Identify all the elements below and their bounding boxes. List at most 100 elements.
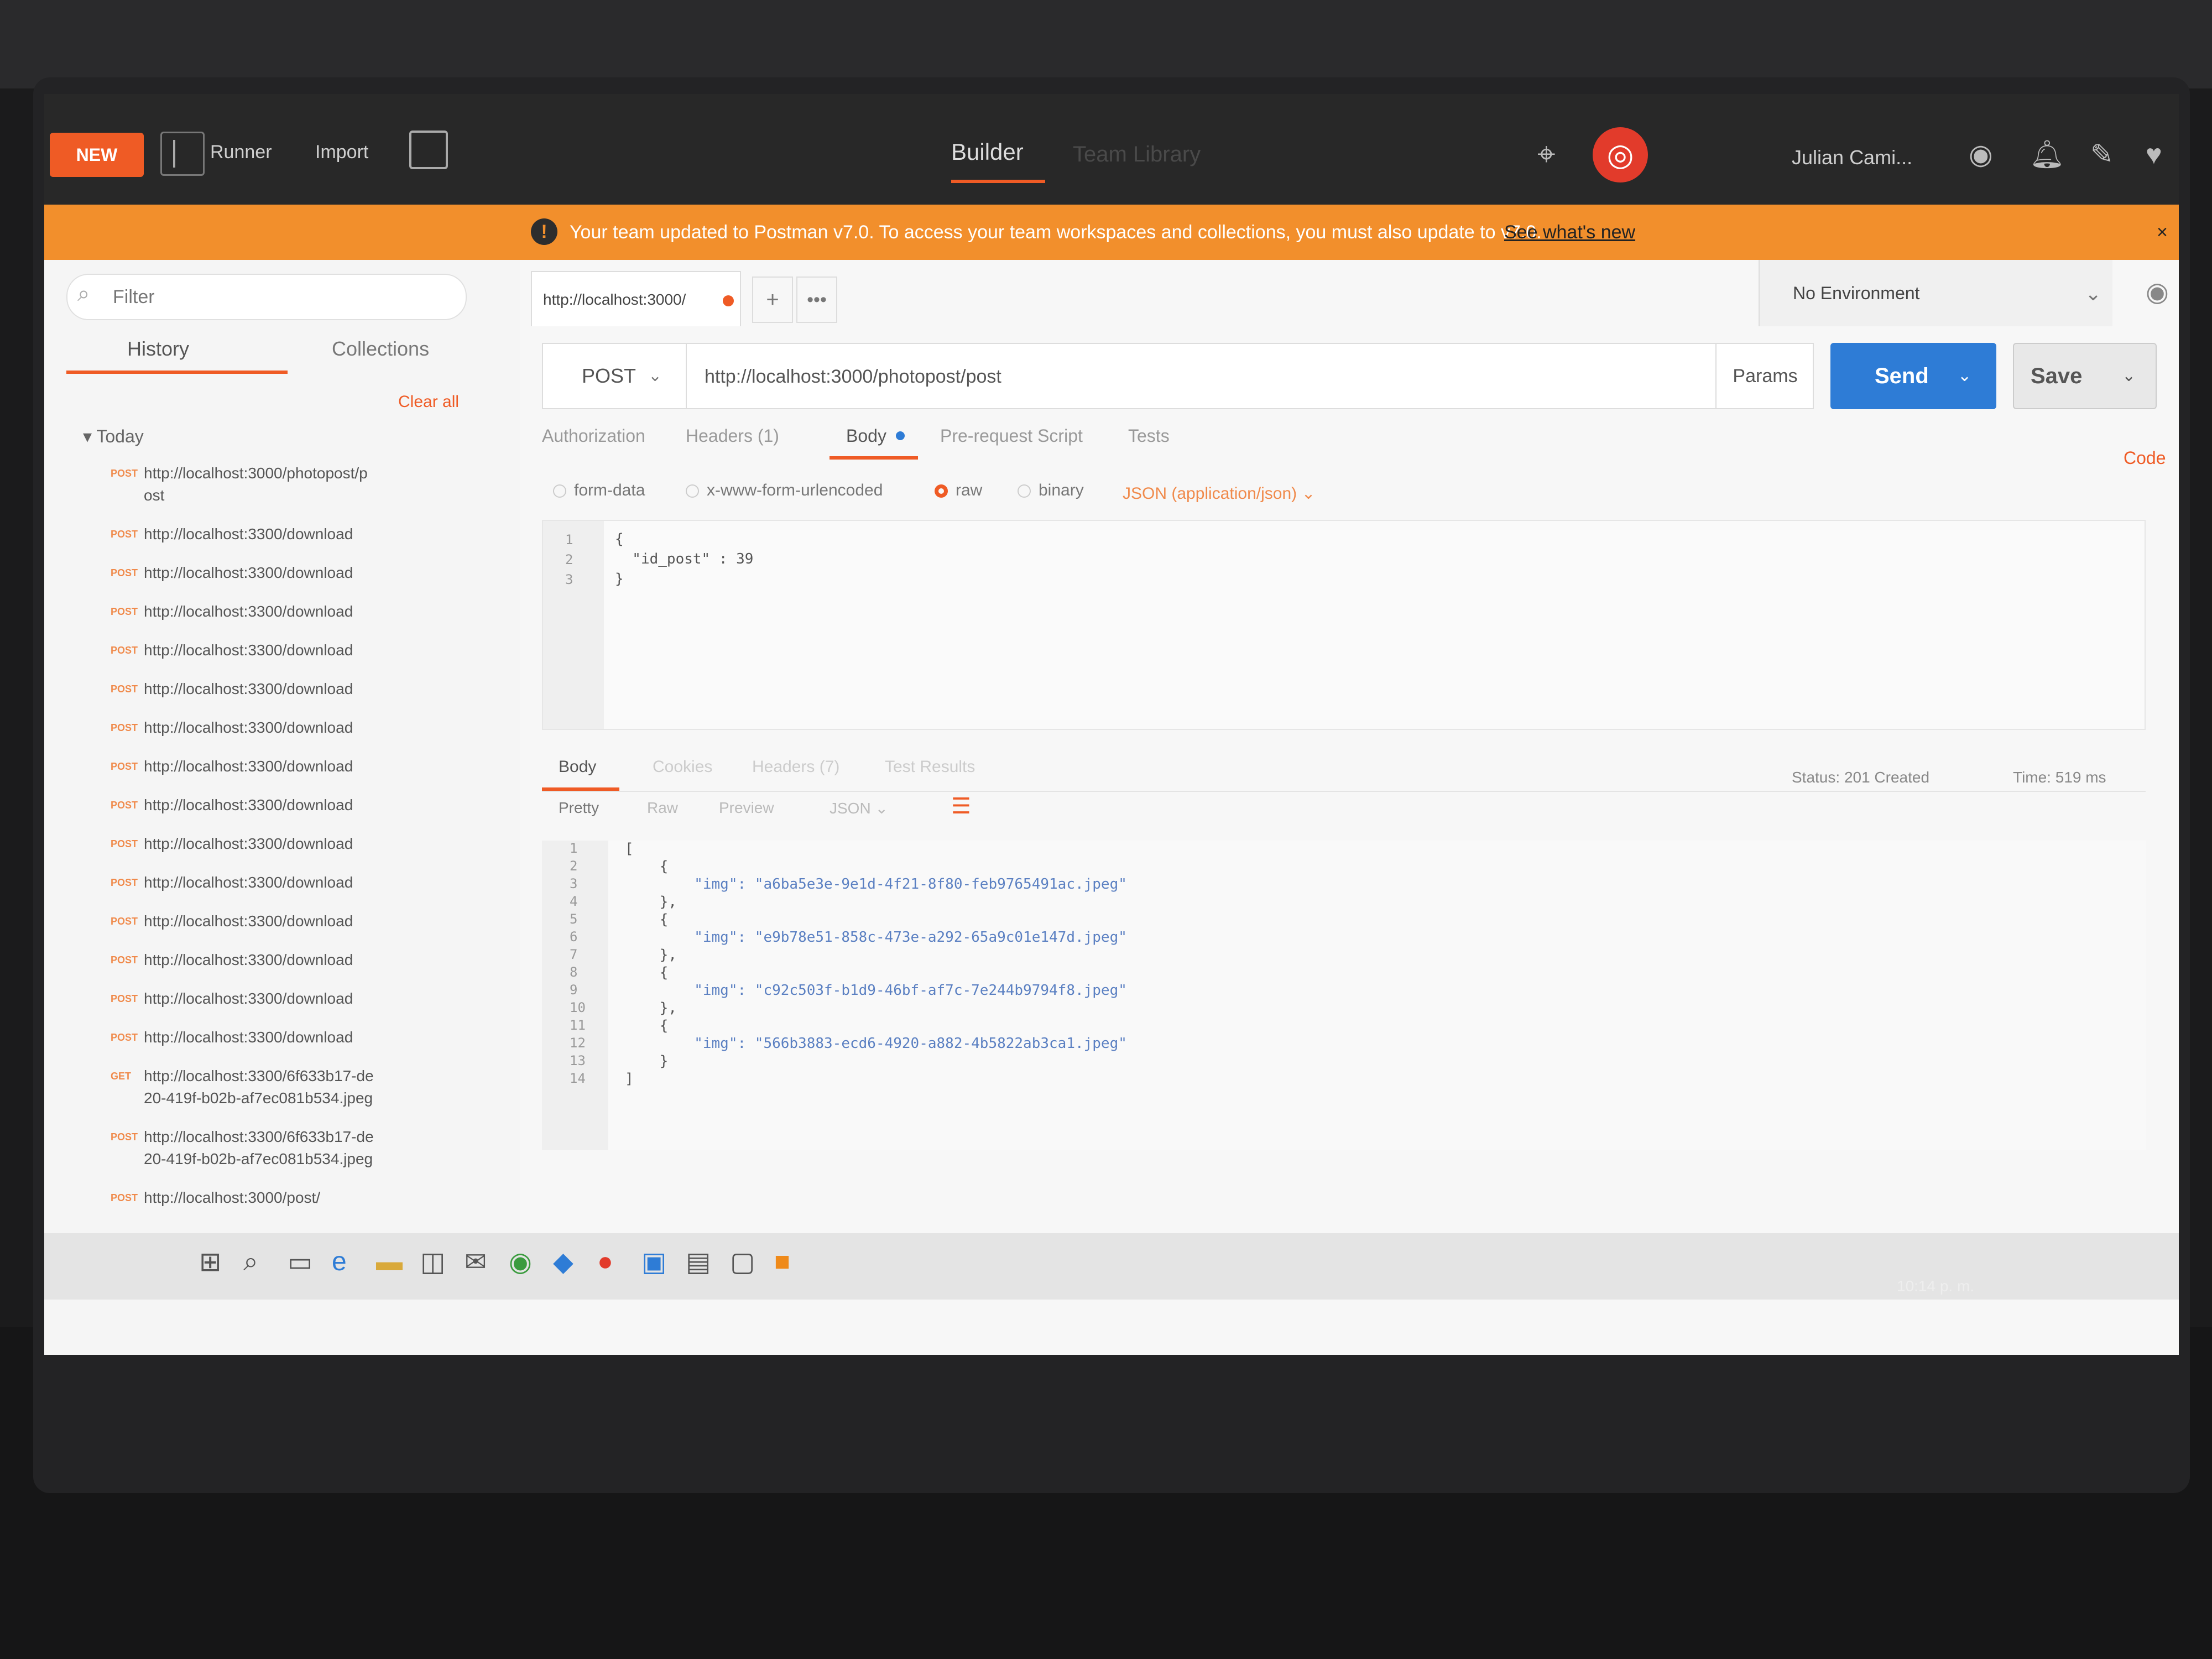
radio-form-data[interactable]: form-data <box>553 481 645 500</box>
tab-response-body[interactable]: Body <box>559 758 596 776</box>
bell-icon[interactable]: 🔔︎ <box>2030 135 2064 174</box>
chevron-down-icon[interactable]: ⌄ <box>2085 282 2101 305</box>
window-icon[interactable]: ▢ <box>730 1246 755 1277</box>
see-whats-new-link[interactable]: See what's new <box>1504 205 1635 260</box>
start-icon[interactable]: ⊞ <box>199 1246 221 1277</box>
interceptor-icon[interactable]: ⌖ <box>1537 135 1556 174</box>
app-icon[interactable]: ▣ <box>641 1246 666 1277</box>
filter-input[interactable] <box>112 280 446 314</box>
history-item[interactable]: POST http://localhost:3300/6f633b17-de <box>111 1128 487 1146</box>
history-item[interactable]: POST http://localhost:3300/download <box>111 912 487 930</box>
chevron-down-icon[interactable]: ⌄ <box>2122 344 2136 408</box>
eye-icon[interactable]: ◉ <box>2146 276 2169 307</box>
folder-icon[interactable]: ▬ <box>376 1246 403 1277</box>
history-item[interactable]: POST http://localhost:3300/download <box>111 990 487 1008</box>
history-item[interactable]: POST http://localhost:3300/download <box>111 719 487 737</box>
history-item[interactable]: POST http://localhost:3300/download <box>111 680 487 698</box>
radio-binary[interactable]: binary <box>1018 481 1084 500</box>
history-item[interactable]: POST http://localhost:3300/download <box>111 1029 487 1046</box>
more-tabs-button[interactable]: ••• <box>796 276 837 323</box>
view-raw-button[interactable]: Raw <box>647 799 678 817</box>
radio-label: binary <box>1039 481 1084 499</box>
tab-authorization[interactable]: Authorization <box>542 426 645 446</box>
vscode-icon[interactable]: ◆ <box>553 1246 573 1277</box>
history-item[interactable]: POST http://localhost:3300/download <box>111 951 487 969</box>
send-button[interactable]: Send ⌄ <box>1830 343 1996 409</box>
history-url: http://localhost:3000/post/ <box>144 1189 321 1206</box>
wrench-icon[interactable]: ✎ <box>2090 135 2114 174</box>
chevron-down-icon[interactable]: ⌄ <box>1301 484 1315 503</box>
terminal-icon[interactable]: ▤ <box>686 1246 711 1277</box>
postman-icon[interactable]: ● <box>597 1246 613 1277</box>
history-item[interactable]: POST http://localhost:3300/download <box>111 835 487 853</box>
import-button[interactable]: Import <box>315 133 368 171</box>
content-type-select[interactable]: JSON (application/json) ⌄ <box>1123 484 1316 503</box>
code-line: "img": "c92c503f-b1d9-46bf-af7c-7e244b97… <box>625 982 1127 999</box>
content-type-label: JSON (application/json) <box>1123 484 1297 503</box>
mail-icon[interactable]: ✉ <box>465 1246 487 1277</box>
history-url: http://localhost:3300/download <box>144 758 353 775</box>
edge-icon[interactable]: e <box>332 1246 347 1277</box>
history-item[interactable]: POST http://localhost:3300/download <box>111 874 487 891</box>
search-icon[interactable]: ⌕ <box>243 1246 258 1277</box>
globe-icon[interactable]: ◉ <box>1969 135 1993 174</box>
history-item-continued: 20-419f-b02b-af7ec081b534.jpeg <box>111 1089 487 1107</box>
store-icon[interactable]: ◫ <box>420 1246 445 1277</box>
tab-test-results[interactable]: Test Results <box>885 758 975 776</box>
history-item[interactable]: GET http://localhost:3300/6f633b17-de <box>111 1067 487 1085</box>
tab-headers[interactable]: Headers (1) <box>686 426 779 446</box>
heart-icon[interactable]: ♥ <box>2146 135 2162 174</box>
tab-team-library[interactable]: Team Library <box>1073 135 1201 174</box>
history-group-today[interactable]: ▾ Today <box>83 426 144 447</box>
method-badge: POST <box>111 1131 138 1142</box>
task-view-icon[interactable]: ▭ <box>288 1246 312 1277</box>
history-url: http://localhost:3300/6f633b17-de <box>144 1128 374 1145</box>
wrap-lines-icon[interactable]: ☰ <box>951 794 971 819</box>
app-icon[interactable]: ■ <box>774 1246 790 1277</box>
runner-button[interactable]: Runner <box>210 133 272 171</box>
environment-select[interactable]: No Environment <box>1759 260 2112 326</box>
history-item[interactable]: POST http://localhost:3300/download <box>111 641 487 659</box>
toggle-sidebar-button[interactable] <box>160 132 205 176</box>
method-badge: POST <box>111 838 138 849</box>
tab-collections[interactable]: Collections <box>332 337 429 361</box>
tab-body[interactable]: Body <box>846 426 886 446</box>
history-item[interactable]: POST http://localhost:3300/download <box>111 758 487 775</box>
radio-raw[interactable]: raw <box>935 481 982 500</box>
tab-history[interactable]: History <box>127 337 189 361</box>
request-tab[interactable]: http://localhost:3000/ <box>531 271 741 326</box>
save-button[interactable]: Save ⌄ <box>2013 343 2157 409</box>
request-body-editor[interactable]: 1 2 3 { "id_post" : 39 } <box>542 520 2146 730</box>
new-window-button[interactable] <box>409 131 448 169</box>
url-input[interactable] <box>703 355 1701 398</box>
sync-icon[interactable]: ◎ <box>1593 127 1648 182</box>
user-menu[interactable]: Julian Cami... <box>1792 138 1912 177</box>
history-item[interactable]: POST http://localhost:3300/download <box>111 603 487 620</box>
radio-x-www-form-urlencoded[interactable]: x-www-form-urlencoded <box>686 481 883 500</box>
method-select[interactable]: POST <box>543 344 687 408</box>
tab-pre-request-script[interactable]: Pre-request Script <box>940 426 1083 446</box>
history-item[interactable]: POST http://localhost:3300/download <box>111 564 487 582</box>
history-item[interactable]: POST http://localhost:3000/photopost/p <box>111 465 487 482</box>
tab-builder[interactable]: Builder <box>951 133 1024 171</box>
clear-all-button[interactable]: Clear all <box>398 393 459 411</box>
history-item[interactable]: POST http://localhost:3300/download <box>111 796 487 814</box>
chevron-down-icon[interactable]: ⌄ <box>1958 343 1971 409</box>
tab-cookies[interactable]: Cookies <box>653 758 712 776</box>
format-select[interactable]: JSON ⌄ <box>830 799 888 817</box>
code-line: "id_post" : 39 <box>615 551 754 567</box>
tab-tests[interactable]: Tests <box>1128 426 1170 446</box>
params-button[interactable]: Params <box>1715 344 1814 408</box>
new-button[interactable]: NEW <box>50 133 144 177</box>
chrome-icon[interactable]: ◉ <box>509 1246 532 1277</box>
history-item[interactable]: POST http://localhost:3300/download <box>111 525 487 543</box>
history-item[interactable]: POST http://localhost:3000/post/ <box>111 1189 487 1207</box>
tab-response-headers[interactable]: Headers (7) <box>752 758 839 776</box>
add-tab-button[interactable]: + <box>752 276 793 323</box>
view-pretty-button[interactable]: Pretty <box>559 799 599 817</box>
view-preview-button[interactable]: Preview <box>719 799 774 817</box>
response-time: Time: 519 ms <box>2013 769 2106 786</box>
close-icon[interactable]: × <box>2157 205 2168 260</box>
chevron-down-icon[interactable]: ⌄ <box>648 366 662 385</box>
code-link[interactable]: Code <box>2124 448 2166 468</box>
